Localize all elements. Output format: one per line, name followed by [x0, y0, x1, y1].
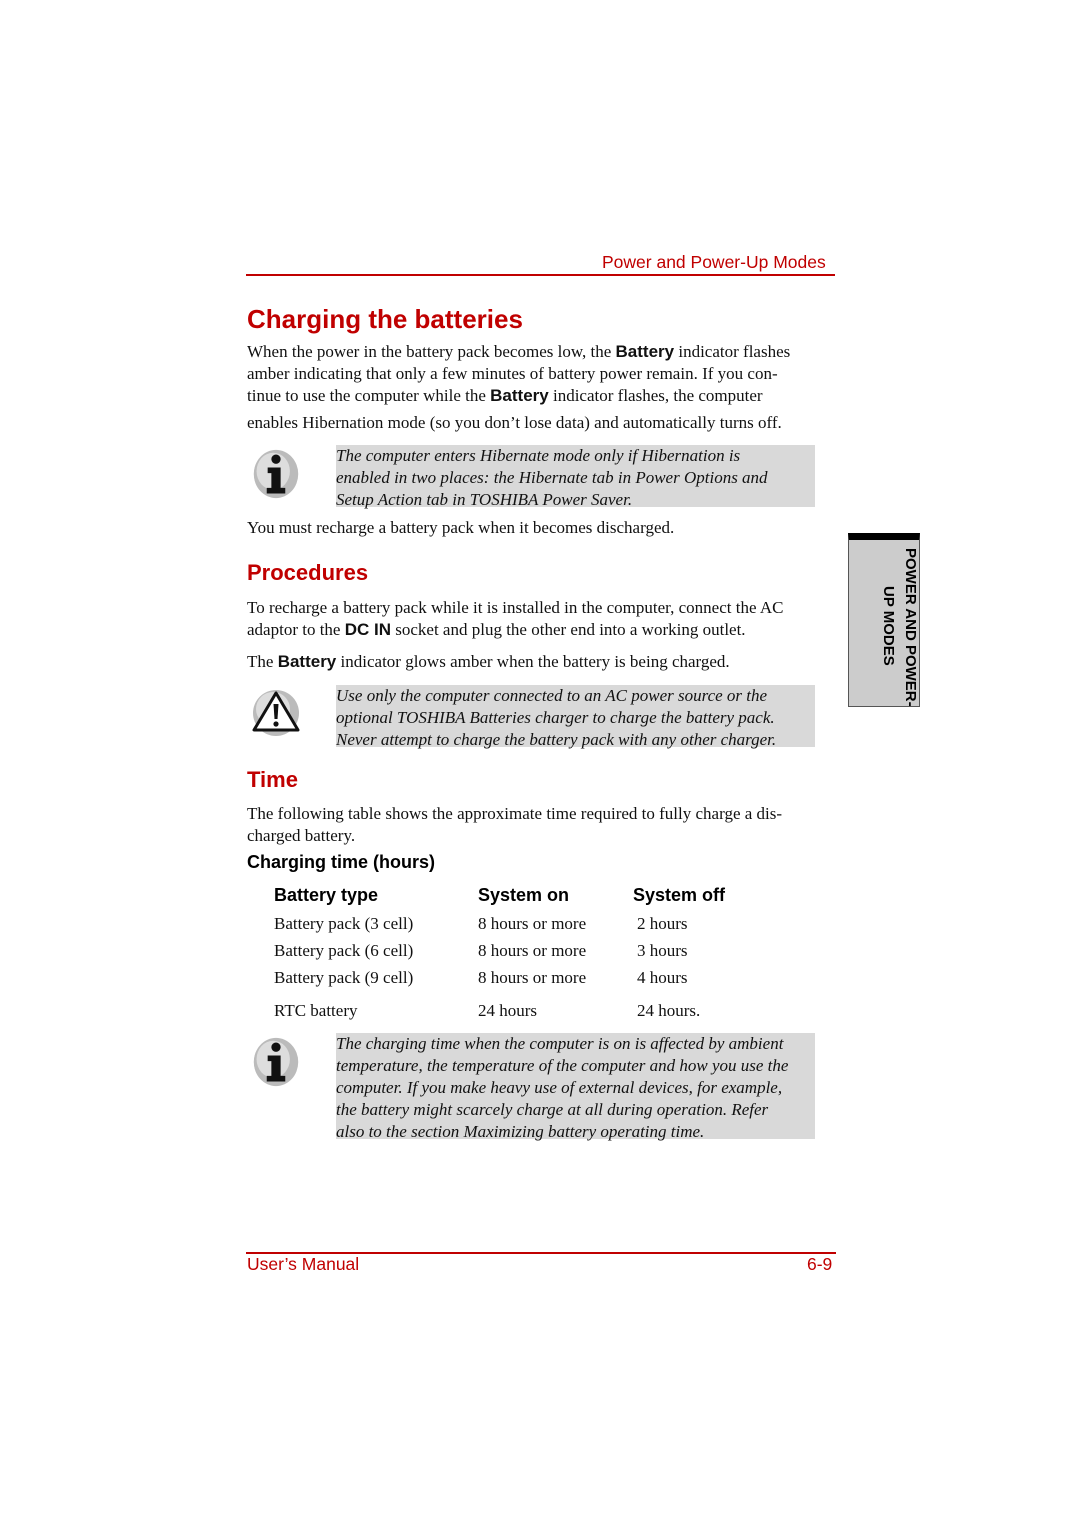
table-cell: 4 hours — [637, 968, 688, 987]
paragraph-line: adaptor to the DC IN socket and plug the… — [247, 620, 746, 639]
info-icon — [253, 449, 299, 499]
column-header: System on — [478, 885, 570, 905]
table-cell: Battery pack (3 cell) — [274, 914, 414, 933]
side-tab-line1: POWER AND POWER- — [902, 548, 919, 707]
table-cell: 24 hours. — [637, 1001, 701, 1020]
paragraph-line: amber indicating that only a few minutes… — [247, 364, 778, 383]
side-tab-line2: UP MODES — [880, 586, 897, 666]
table-cell: 8 hours or more — [478, 941, 587, 960]
page-number: 6-9 — [807, 1254, 833, 1274]
section-heading-charging: Charging the batteries — [247, 304, 523, 334]
table-title: Charging time (hours) — [247, 852, 435, 872]
paragraph-line: charged battery. — [247, 826, 356, 845]
side-tab: POWER AND POWER- UP MODES — [848, 533, 920, 707]
footer-title: User’s Manual — [247, 1254, 360, 1274]
warning-icon — [252, 690, 300, 736]
info-icon — [253, 1037, 299, 1087]
table-cell: Battery pack (9 cell) — [274, 968, 414, 987]
paragraph-line: The Battery indicator glows amber when t… — [247, 652, 730, 671]
section-heading-time: Time — [247, 767, 298, 792]
paragraph-line: tinue to use the computer while the Batt… — [247, 386, 763, 405]
info-note: The computer enters Hibernate mode only … — [336, 445, 815, 509]
section-heading-procedures: Procedures — [247, 560, 369, 585]
header-rule — [246, 274, 835, 276]
table-cell: 3 hours — [637, 941, 688, 960]
paragraph-line: The following table shows the approximat… — [247, 804, 783, 823]
column-header: Battery type — [274, 885, 379, 905]
paragraph: You must recharge a battery pack when it… — [247, 518, 675, 537]
paragraph-line: When the power in the battery pack becom… — [247, 342, 791, 361]
table-cell: 2 hours — [637, 914, 688, 933]
table-cell: 8 hours or more — [478, 968, 587, 987]
column-header: System off — [633, 885, 726, 905]
table-cell: RTC battery — [274, 1001, 358, 1020]
running-header: Power and Power-Up Modes — [602, 252, 826, 272]
warning-note: Use only the computer connected to an AC… — [336, 685, 815, 749]
table-cell: 8 hours or more — [478, 914, 587, 933]
info-note: The charging time when the computer is o… — [336, 1033, 815, 1141]
paragraph-line: To recharge a battery pack while it is i… — [247, 598, 784, 617]
table-cell: 24 hours — [478, 1001, 538, 1020]
manual-page: Power and Power-Up Modes POWER AND POWER… — [0, 0, 1080, 1528]
paragraph-line: enables Hibernation mode (so you don’t l… — [247, 413, 782, 432]
table-cell: Battery pack (6 cell) — [274, 941, 414, 960]
